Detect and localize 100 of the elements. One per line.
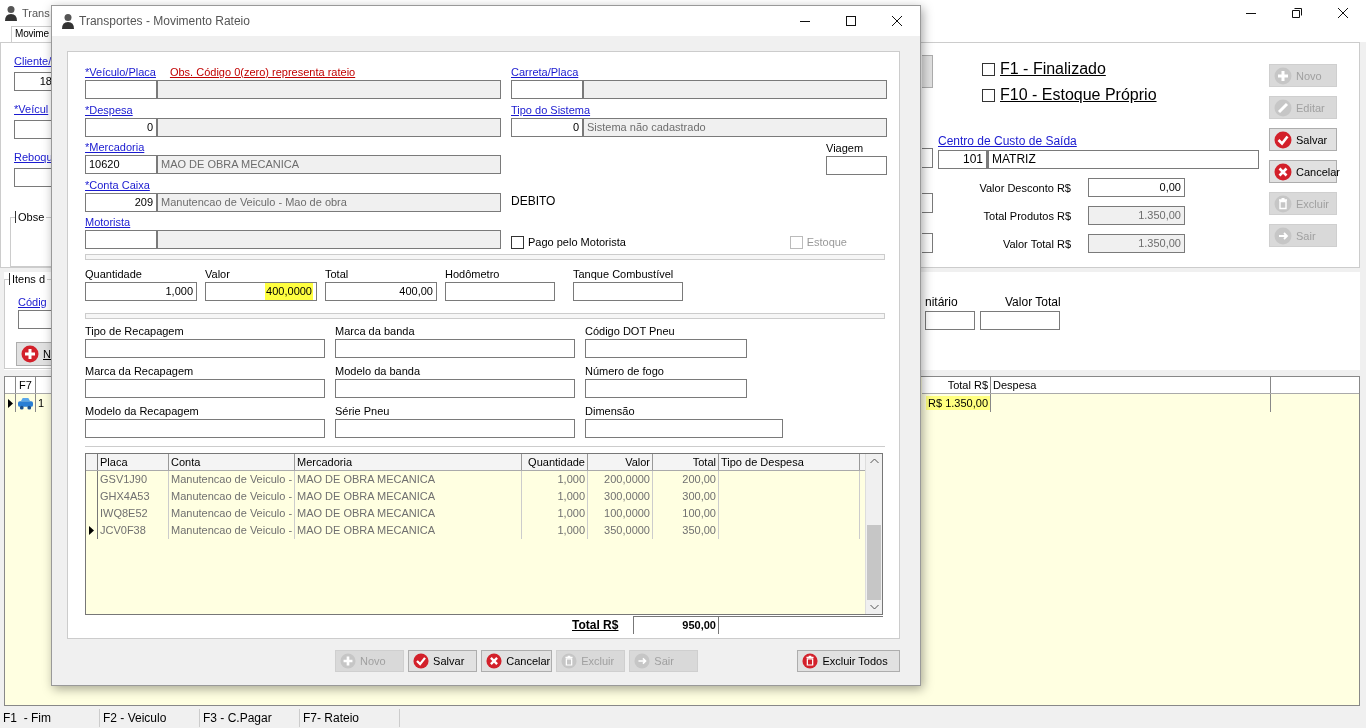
input-field[interactable]: 400,00 (325, 281, 437, 301)
field-label-link[interactable]: *Mercadoria (85, 141, 145, 153)
field-label-link[interactable]: Motorista (85, 216, 131, 228)
input-field[interactable]: 400,0000 (205, 281, 317, 301)
group-title: Obse (15, 211, 47, 223)
input-field[interactable] (573, 281, 683, 301)
input-field[interactable] (85, 418, 325, 438)
field-label: Modelo da Recapagem (85, 404, 200, 417)
code-field[interactable]: 0 (85, 117, 157, 137)
checkbox[interactable] (511, 235, 524, 249)
table-cell: 300,0000 (588, 487, 653, 505)
column-header[interactable]: Despesa (991, 377, 1271, 393)
input-field[interactable] (922, 148, 933, 168)
scroll-down-icon[interactable] (869, 603, 879, 610)
table-cell: MAO DE OBRA MECANICA (295, 521, 522, 539)
code-field[interactable] (85, 230, 157, 249)
scroll-thumb[interactable] (867, 524, 881, 600)
table-cell: Manutencao de Veiculo - (169, 521, 295, 539)
checkbox[interactable] (982, 88, 995, 102)
field-label: Valor (205, 267, 231, 280)
cost-center-link[interactable]: Centro de Custo de Saída (938, 134, 1077, 148)
restore-icon (1292, 8, 1302, 18)
dialog-button[interactable]: Cancelar (481, 650, 553, 672)
description-field[interactable]: Manutencao de Veiculo - Mao de obra (157, 192, 501, 212)
column-header[interactable]: Valor (588, 453, 653, 470)
field-label-link[interactable]: *Conta Caixa (85, 178, 150, 191)
field-label-link[interactable]: Cliente/ (14, 55, 52, 68)
column-header[interactable]: Total R$ (922, 377, 991, 393)
input-field[interactable] (85, 338, 325, 358)
input-field[interactable] (14, 168, 52, 187)
input-field[interactable] (14, 120, 52, 139)
column-header[interactable]: Tipo de Despesa (719, 453, 860, 470)
input-field[interactable] (585, 418, 783, 438)
description-field[interactable] (157, 230, 501, 249)
input-field[interactable] (980, 311, 1060, 330)
description-field[interactable]: Sistema não cadastrado (583, 117, 887, 137)
input-field[interactable] (335, 338, 575, 358)
description-field[interactable]: MAO DE OBRA MECANICA (157, 155, 501, 174)
input-field[interactable] (826, 156, 887, 175)
tab[interactable]: Movime (11, 26, 52, 42)
table-cell: 1,000 (522, 504, 588, 522)
code-field[interactable]: 10620 (85, 155, 157, 174)
column-header[interactable]: Quantidade (522, 453, 588, 470)
code-field[interactable]: 101 (938, 150, 987, 169)
column-header[interactable]: Conta (169, 453, 295, 470)
pencil-icon (1274, 98, 1292, 117)
code-field[interactable] (511, 80, 583, 99)
input-field[interactable] (922, 193, 933, 213)
code-field[interactable]: 0 (511, 117, 583, 137)
total-label: Total Produtos R$ (982, 209, 1072, 222)
dialog-button[interactable]: Excluir Todos (797, 650, 901, 672)
input-field[interactable] (922, 233, 933, 253)
code-label-link[interactable]: Códig (18, 296, 55, 308)
input-field[interactable] (585, 338, 747, 358)
input-field[interactable] (335, 378, 575, 398)
dialog-button[interactable]: Salvar (408, 650, 478, 672)
car-icon (18, 396, 33, 410)
description-field[interactable] (157, 117, 501, 137)
table-cell: MAO DE OBRA MECANICA (295, 487, 522, 505)
description-field[interactable] (157, 80, 501, 99)
group-title: Itens d (9, 273, 48, 285)
table-cell: 1,000 (522, 487, 588, 505)
maximize-icon (846, 16, 856, 26)
name-field[interactable]: MATRIZ (987, 150, 1259, 169)
column-header[interactable]: Total (653, 453, 719, 470)
input-field[interactable] (585, 378, 747, 398)
field-label-link[interactable]: *Veículo/Placa (85, 66, 156, 78)
table-cell: 200,00 (653, 470, 719, 488)
input-field[interactable] (445, 281, 555, 301)
field-label-link[interactable]: Carreta/Placa (511, 66, 579, 78)
description-field[interactable] (583, 80, 887, 99)
input-field[interactable] (335, 418, 575, 438)
table-cell: MAO DE OBRA MECANICA (295, 504, 522, 522)
column-header[interactable]: Placa (98, 453, 169, 470)
table-cell: JCV0F38 (98, 521, 169, 539)
input-field[interactable] (925, 311, 975, 330)
amount-field[interactable]: 0,00 (1088, 178, 1185, 197)
note-link[interactable]: Obs. Código 0(zero) representa rateio (169, 66, 356, 78)
input-field[interactable]: 1,000 (85, 281, 197, 301)
total-label: Total R$ (572, 617, 620, 632)
action-button[interactable]: Salvar (1269, 128, 1337, 151)
scroll-up-icon[interactable] (869, 457, 879, 464)
input-field[interactable] (85, 378, 325, 398)
field-label: Hodômetro (445, 267, 501, 280)
checkbox-label[interactable]: F1 - Finalizado (1000, 60, 1106, 78)
checkbox[interactable] (982, 62, 995, 76)
field-label-link[interactable]: Tipo do Sistema (511, 103, 591, 116)
scrollbar[interactable] (865, 453, 882, 614)
table-cell: GSV1J90 (98, 470, 169, 488)
table-cell: 100,00 (653, 504, 719, 522)
column-header[interactable]: Mercadoria (295, 453, 522, 470)
field-label-link[interactable]: *Veícul (14, 103, 52, 116)
code-field[interactable]: 209 (85, 192, 157, 212)
table-cell: R$ 1.350,00 (926, 396, 990, 410)
input-field[interactable]: 18 (14, 72, 52, 91)
code-field[interactable] (85, 80, 157, 99)
field-label-link[interactable]: *Despesa (85, 103, 133, 116)
checkbox-label[interactable]: F10 - Estoque Próprio (1000, 86, 1157, 104)
person-icon (61, 13, 75, 29)
checkbox-label[interactable]: Pago pelo Motorista (528, 236, 626, 248)
